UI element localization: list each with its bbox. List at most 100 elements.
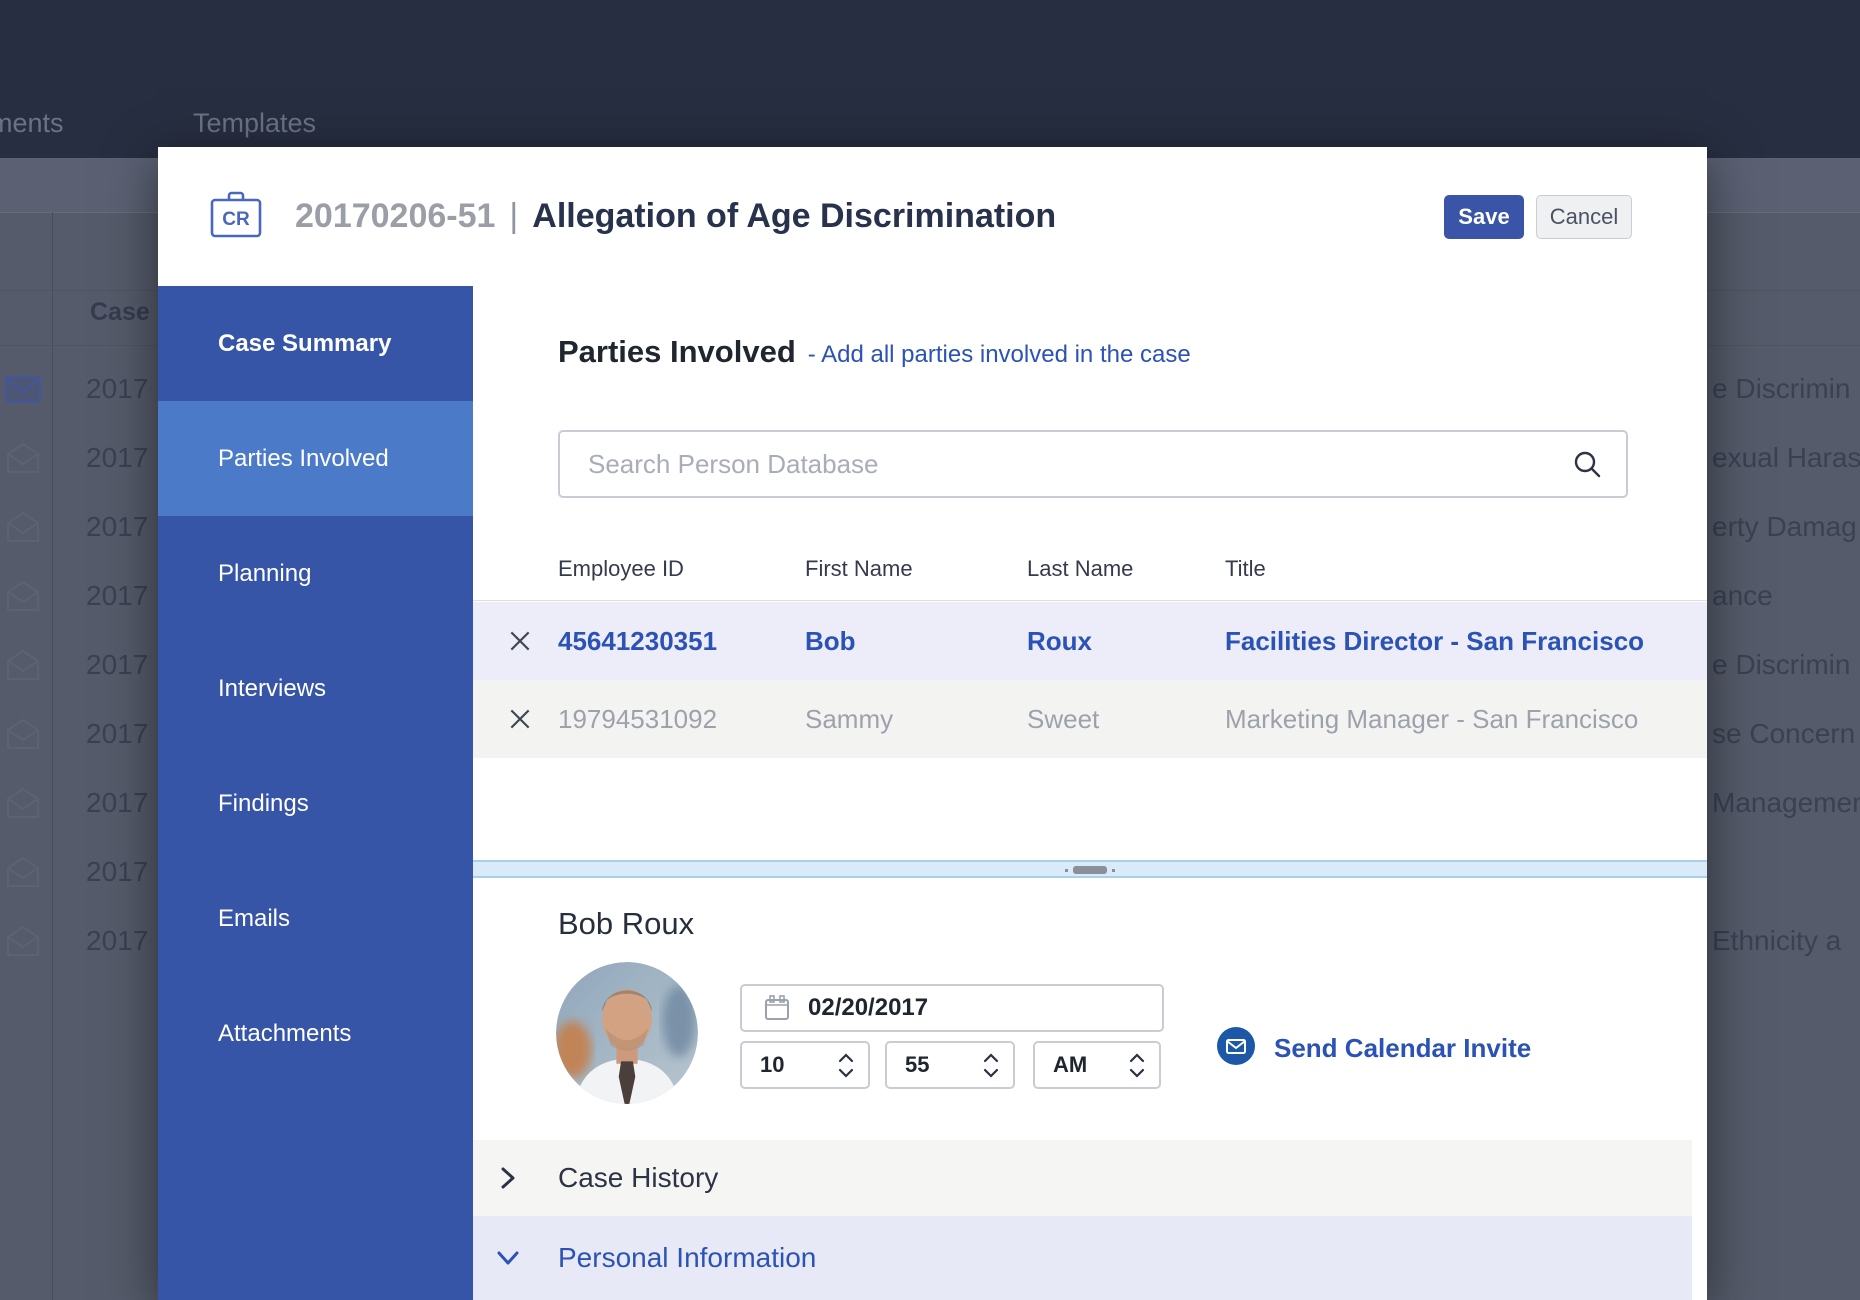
minute-up-button[interactable] — [983, 1052, 999, 1063]
minute-down-button[interactable] — [983, 1068, 999, 1078]
sidebar-item[interactable]: Interviews — [158, 631, 473, 746]
column-employee-id: Employee ID — [558, 556, 684, 581]
nav-tab-templates: Templates — [193, 108, 317, 138]
party-row[interactable]: 45641230351 Bob Roux Facilities Director… — [473, 602, 1707, 680]
send-calendar-invite-link[interactable]: Send Calendar Invite — [1216, 1026, 1531, 1071]
calendar-icon — [764, 995, 790, 1026]
meridiem-up-button[interactable] — [1129, 1052, 1145, 1063]
search-input[interactable] — [558, 430, 1628, 498]
envelope-icon — [0, 648, 46, 682]
party-employee-id: 19794531092 — [558, 703, 718, 734]
party-employee-id: 45641230351 — [558, 625, 718, 656]
case-number-fragment: 2017 — [86, 372, 149, 404]
column-last-name: Last Name — [1027, 556, 1134, 581]
accordion-header[interactable]: Personal Information — [473, 1216, 1692, 1300]
case-record-briefcase-icon: CR — [210, 191, 262, 244]
hour-stepper[interactable]: 10 — [740, 1041, 870, 1089]
case-number-fragment: 2017 — [86, 648, 149, 680]
accordion-header[interactable]: Case History — [473, 1140, 1692, 1216]
sidebar-item[interactable]: Findings — [158, 746, 473, 861]
detail-accordions: Case History Personal Information — [473, 1140, 1692, 1300]
top-nav-bar: ments Templates — [0, 0, 1860, 158]
hour-value: 10 — [760, 1052, 785, 1077]
case-title-fragment: Ethnicity a — [1712, 924, 1842, 956]
case-title-fragment — [1712, 837, 1860, 906]
modal-title: 20170206-51 | Allegation of Age Discrimi… — [295, 147, 1056, 286]
search-box — [558, 430, 1628, 498]
case-number-fragment: 2017 — [86, 579, 149, 611]
party-first-name: Sammy — [805, 703, 894, 734]
parties-table-header: Employee ID First Name Last Name Title — [473, 548, 1707, 600]
sidebar-item[interactable]: Parties Involved — [158, 401, 473, 516]
background-case-row: 2017 — [0, 492, 160, 561]
background-case-row: 2017 — [0, 630, 160, 699]
pane-splitter — [473, 860, 1707, 878]
case-modal: CR 20170206-51 | Allegation of Age Discr… — [158, 147, 1707, 1300]
envelope-icon — [0, 510, 46, 544]
background-case-row: 2017 — [0, 354, 160, 423]
case-title: Allegation of Age Discrimination — [532, 197, 1057, 235]
hour-down-button[interactable] — [838, 1068, 854, 1078]
party-last-name: Roux — [1027, 625, 1092, 656]
case-title-fragment: e Discrimin — [1712, 372, 1851, 404]
search-icon[interactable] — [1572, 449, 1602, 484]
case-title-fragment: Managemen — [1712, 786, 1860, 818]
case-title-fragment: se Concern — [1712, 717, 1856, 749]
remove-party-button[interactable] — [507, 628, 533, 654]
chevron-icon — [493, 1165, 523, 1191]
envelope-icon — [0, 924, 46, 958]
sidebar-item[interactable]: Planning — [158, 516, 473, 631]
nav-tab-documents-fragment: ments — [0, 108, 64, 138]
party-row[interactable]: 19794531092 Sammy Sweet Marketing Manage… — [473, 680, 1707, 758]
send-calendar-invite-label: Send Calendar Invite — [1274, 1033, 1532, 1063]
selected-person-name: Bob Roux — [558, 906, 695, 941]
remove-party-button[interactable] — [507, 706, 533, 732]
accordion-label: Personal Information — [558, 1242, 817, 1273]
case-title-fragment: e Discrimin — [1712, 648, 1851, 680]
splitter-handle[interactable] — [1065, 866, 1115, 874]
background-case-row: 2017 — [0, 561, 160, 630]
screen: ments Templates Case 2017 2017 2017 2017… — [0, 0, 1860, 1300]
modal-header: CR 20170206-51 | Allegation of Age Discr… — [158, 147, 1707, 286]
case-number-fragment: 2017 — [86, 786, 149, 818]
date-input[interactable] — [740, 984, 1164, 1032]
section-subtitle: - Add all parties involved in the case — [807, 341, 1191, 368]
envelope-icon — [0, 855, 46, 889]
background-case-row: 2017 — [0, 699, 160, 768]
minute-value: 55 — [905, 1052, 930, 1077]
sidebar-item[interactable]: Emails — [158, 861, 473, 976]
title-separator: | — [509, 197, 519, 235]
sidebar-item[interactable]: Case Summary — [158, 286, 473, 401]
party-last-name: Sweet — [1027, 703, 1100, 734]
modal-content: Parties Involved - Add all parties invol… — [473, 286, 1707, 1300]
table-header-divider — [473, 600, 1707, 601]
minute-stepper[interactable]: 55 — [885, 1041, 1015, 1089]
background-case-titles: e Discrimin exual Haras erty Damag ance … — [1712, 354, 1860, 975]
section-header: Parties Involved - Add all parties invol… — [558, 334, 1191, 370]
meridiem-down-button[interactable] — [1129, 1068, 1145, 1078]
envelope-icon — [0, 717, 46, 751]
date-field — [740, 984, 1164, 1032]
sidebar-item[interactable]: Attachments — [158, 976, 473, 1091]
save-button[interactable]: Save — [1444, 195, 1524, 239]
background-case-row: 2017 — [0, 768, 160, 837]
modal-sidebar: Case Summary Parties Involved Planning I… — [158, 286, 473, 1300]
column-title: Title — [1225, 556, 1266, 581]
cancel-button[interactable]: Cancel — [1536, 195, 1632, 239]
envelope-icon — [0, 579, 46, 613]
meridiem-stepper[interactable]: AM — [1033, 1041, 1161, 1089]
envelope-icon — [0, 786, 46, 820]
mail-invite-icon — [1216, 1026, 1256, 1071]
case-column-header: Case — [90, 298, 150, 326]
background-case-list: 2017 2017 2017 2017 2017 2017 2017 2017 … — [0, 354, 160, 975]
parties-table: 45641230351 Bob Roux Facilities Director… — [473, 602, 1707, 758]
chevron-icon — [493, 1247, 523, 1269]
case-number-fragment: 2017 — [86, 855, 149, 887]
column-first-name: First Name — [805, 556, 913, 581]
background-case-row: 2017 — [0, 837, 160, 906]
party-title: Marketing Manager - San Francisco — [1225, 703, 1639, 734]
case-title-fragment: ance — [1712, 579, 1773, 611]
case-number-fragment: 2017 — [86, 924, 149, 956]
hour-up-button[interactable] — [838, 1052, 854, 1063]
background-case-row: 2017 — [0, 423, 160, 492]
